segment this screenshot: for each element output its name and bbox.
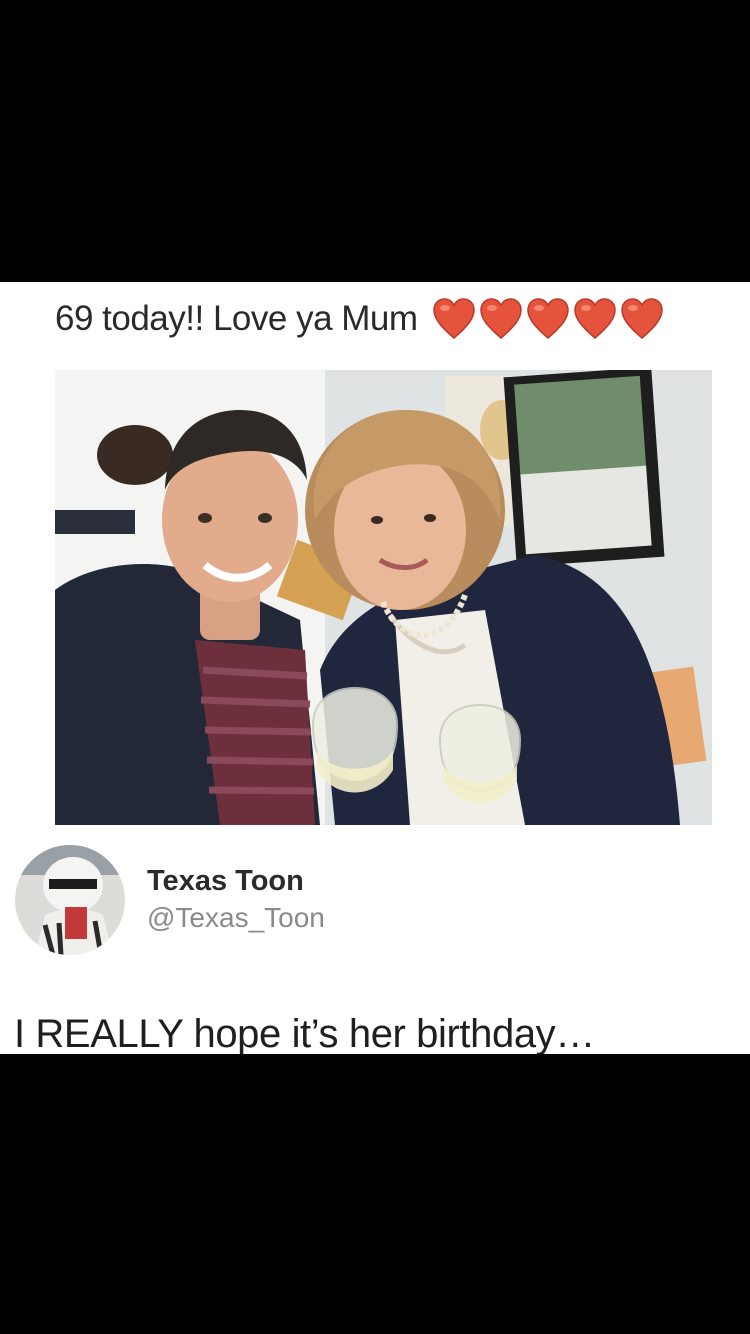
heart-icon [620,298,663,339]
selfie-illustration [55,370,712,825]
stormtrooper-avatar-icon [15,845,125,955]
hearts-row [432,298,667,340]
heart-icon [573,298,616,339]
selfie-photo[interactable] [55,370,712,825]
author-text: Texas Toon @Texas_Toon [147,863,325,937]
author-name[interactable]: Texas Toon [147,863,325,899]
caption-row: 69 today!! Love ya Mum [55,294,667,344]
heart-icon [479,298,522,339]
author-handle[interactable]: @Texas_Toon [147,899,325,937]
meme-post: 69 today!! Love ya Mum Texas Toon @Texas… [0,282,750,1054]
avatar[interactable] [15,845,125,955]
author-row: Texas Toon @Texas_Toon [15,845,325,955]
screen: 69 today!! Love ya Mum Texas Toon @Texas… [0,0,750,1334]
heart-icon [432,298,475,339]
meme-comment-text: I REALLY hope it’s her birthday… [14,1012,595,1054]
post-caption: 69 today!! Love ya Mum [55,299,418,338]
heart-icon [526,298,569,339]
